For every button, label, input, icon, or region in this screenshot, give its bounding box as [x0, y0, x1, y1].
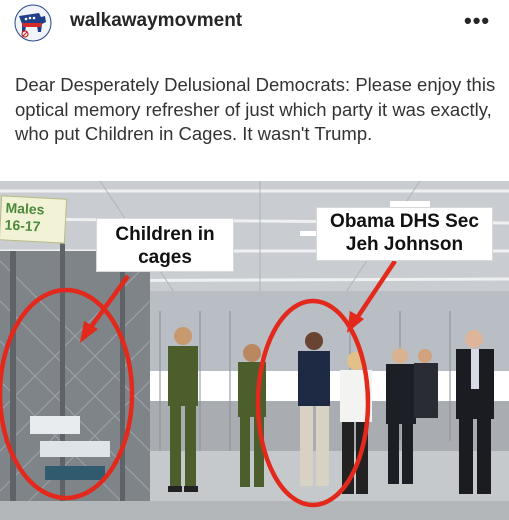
label-left-text: Children in cages — [115, 224, 215, 268]
donkey-logo-icon — [14, 4, 52, 42]
avatar[interactable] — [14, 4, 52, 42]
children-in-cages-label: Children in cages — [96, 218, 234, 272]
label-right-text: Obama DHS Sec Jeh Johnson — [330, 211, 479, 255]
males-sign: Males 16-17 — [0, 195, 68, 244]
username[interactable]: walkawaymovment — [70, 10, 242, 32]
more-options-icon[interactable]: ••• — [464, 8, 490, 34]
obama-dhs-sec-label: Obama DHS Sec Jeh Johnson — [316, 207, 493, 261]
caption-text: Dear Desperately Delusional Democrats: P… — [15, 74, 496, 144]
sign-line-2: 16-17 — [4, 216, 41, 235]
post-header: walkawaymovment ••• — [0, 0, 509, 44]
